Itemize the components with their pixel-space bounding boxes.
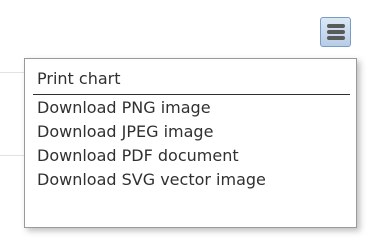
menu-item-download-svg[interactable]: Download SVG vector image [25, 168, 356, 192]
hamburger-menu-icon [327, 24, 345, 28]
hamburger-menu-icon-bar [327, 30, 345, 34]
context-menu: Print chart Download PNG image Download … [24, 58, 357, 228]
menu-item-download-png[interactable]: Download PNG image [25, 96, 356, 120]
hamburger-menu-icon-bar [327, 36, 345, 40]
menu-item-download-jpeg[interactable]: Download JPEG image [25, 120, 356, 144]
gridline [0, 155, 26, 156]
menu-item-print-chart[interactable]: Print chart [25, 67, 356, 91]
gridline [0, 72, 26, 73]
menu-item-download-pdf[interactable]: Download PDF document [25, 144, 356, 168]
context-menu-button[interactable] [320, 17, 351, 47]
chart-area: Print chart Download PNG image Download … [0, 0, 378, 243]
menu-separator [33, 94, 350, 95]
